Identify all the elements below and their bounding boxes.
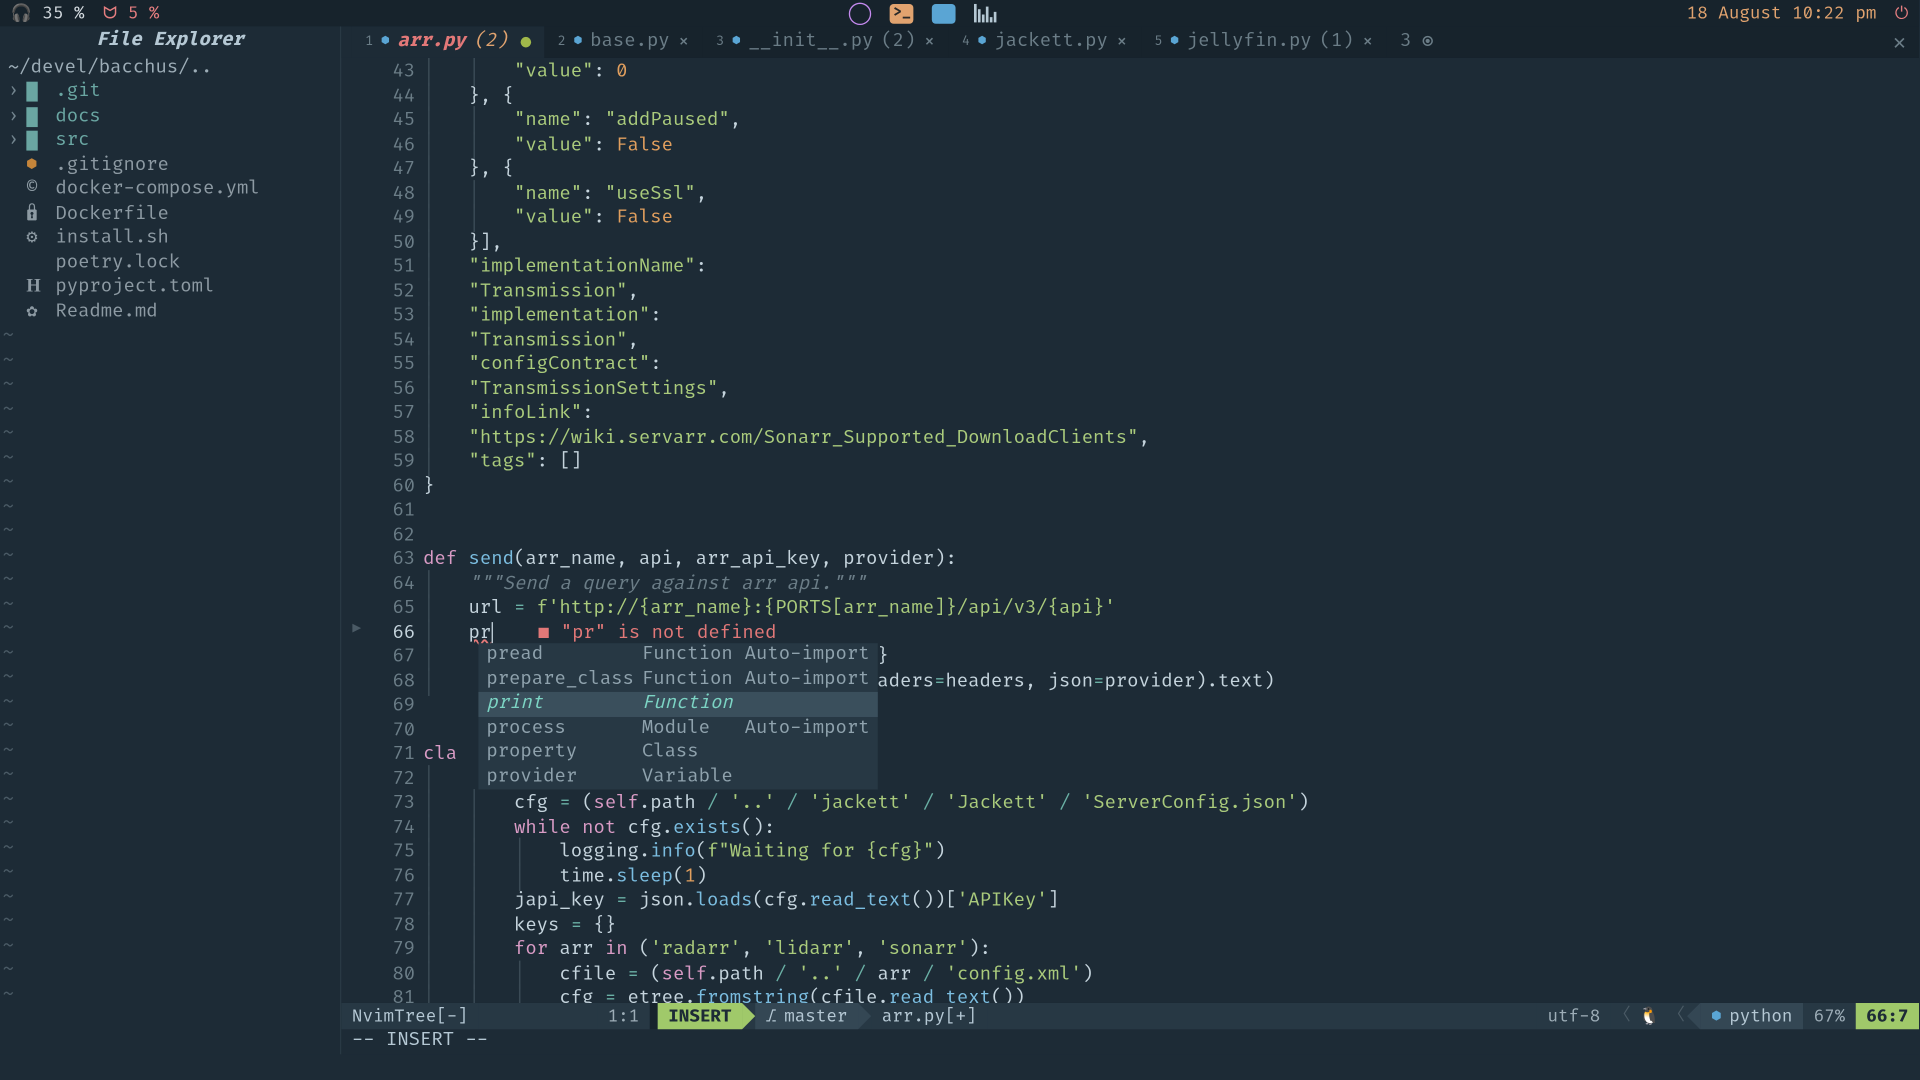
status-nvimtree: NvimTree[-] <box>341 1003 478 1029</box>
tree-item-Readme.md[interactable]: ✿Readme.md <box>8 300 340 324</box>
completion-item-provider[interactable]: providerVariable <box>478 765 877 789</box>
headphone-battery: 🎧 35 % <box>11 1 85 25</box>
temperature: ᗢ 5 % <box>103 1 159 25</box>
code-editor[interactable]: │ │ "value": 0│ }, {│ │ "name": "addPaus… <box>423 58 1919 1003</box>
tree-item-install.sh[interactable]: ⚙install.sh <box>8 227 340 251</box>
completion-item-pread[interactable]: preadFunctionAuto-import <box>478 643 877 667</box>
tab-close-icon[interactable]: × <box>678 30 690 54</box>
close-icon[interactable]: ✕ <box>1893 30 1906 54</box>
completion-item-property[interactable]: propertyClass <box>478 741 877 765</box>
tab-jackett.py[interactable]: 4⬢jackett.py × <box>949 26 1141 58</box>
tree-item-src[interactable]: ›▇src <box>8 129 340 153</box>
completion-item-prepare_class[interactable]: prepare_classFunctionAuto-import <box>478 668 877 692</box>
system-top-bar: 🎧 35 % ᗢ 5 % >_ 18 August 10:22 pm ⏻ <box>0 0 1919 26</box>
status-mode: INSERT <box>658 1003 742 1029</box>
command-line: -- INSERT -- <box>341 1029 1919 1054</box>
firefox-icon[interactable] <box>849 2 871 24</box>
completion-item-print[interactable]: printFunction <box>478 692 877 716</box>
message-icon[interactable] <box>932 3 956 23</box>
status-encoding: utf-8 <box>1537 1003 1611 1029</box>
file-explorer-path: ~/devel/bacchus/.. <box>0 56 340 80</box>
tree-item-docs[interactable]: ›▇docs <box>8 105 340 129</box>
file-explorer: File Explorer ~/devel/bacchus/.. ›▇.git›… <box>0 26 341 1054</box>
line-number-gutter: 4344454647484950515253545556575859606162… <box>360 58 423 1003</box>
file-explorer-title: File Explorer <box>0 26 340 56</box>
tab-overflow[interactable]: 3◉ ✕ <box>1387 26 1919 58</box>
completion-popup[interactable]: preadFunctionAuto-importprepare_classFun… <box>478 643 877 789</box>
tree-item-poetry.lock[interactable]: poetry.lock <box>8 251 340 275</box>
tree-item-Dockerfile[interactable]: 🔒Dockerfile <box>8 202 340 226</box>
terminal-icon[interactable]: >_ <box>890 3 914 23</box>
clock-datetime: 18 August 10:22 pm <box>1687 1 1877 25</box>
status-cursor-pos-left: 1:1 <box>597 1003 650 1029</box>
audio-bars-icon[interactable] <box>974 4 996 22</box>
tab-bar: 1⬢arr.py (2)2⬢base.py ×3⬢__init__.py (2)… <box>341 26 1919 58</box>
tab-close-icon[interactable]: × <box>1116 30 1128 54</box>
power-icon[interactable]: ⏻ <box>1895 1 1909 25</box>
status-filename: arr.py[+] <box>871 1003 987 1029</box>
tab-__init__.py[interactable]: 3⬢__init__.py (2) × <box>703 26 949 58</box>
tux-icon: 🐧 <box>1633 1003 1665 1029</box>
status-language: ⬢python <box>1701 1003 1803 1029</box>
tree-item-.git[interactable]: ›▇.git <box>8 80 340 104</box>
status-percent: 67% <box>1803 1003 1856 1029</box>
tree-item-pyproject.toml[interactable]: Hpyproject.toml <box>8 275 340 299</box>
completion-item-process[interactable]: processModuleAuto-import <box>478 716 877 740</box>
status-line-col: 66:7 <box>1856 1003 1919 1029</box>
tab-jellyfin.py[interactable]: 5⬢jellyfin.py (1) × <box>1141 26 1387 58</box>
status-git-branch: ⎇master <box>755 1003 858 1029</box>
tab-base.py[interactable]: 2⬢base.py × <box>545 26 703 58</box>
tree-item-.gitignore[interactable]: ⬢.gitignore <box>8 154 340 178</box>
tab-close-icon[interactable]: × <box>923 30 935 54</box>
tab-arr.py[interactable]: 1⬢arr.py (2) <box>352 26 545 58</box>
status-line: NvimTree[-] 1:1 INSERT ⎇master arr.py[+]… <box>341 1003 1919 1029</box>
tree-item-docker-compose.yml[interactable]: ©docker-compose.yml <box>8 178 340 202</box>
tab-close-icon[interactable]: × <box>1362 30 1374 54</box>
